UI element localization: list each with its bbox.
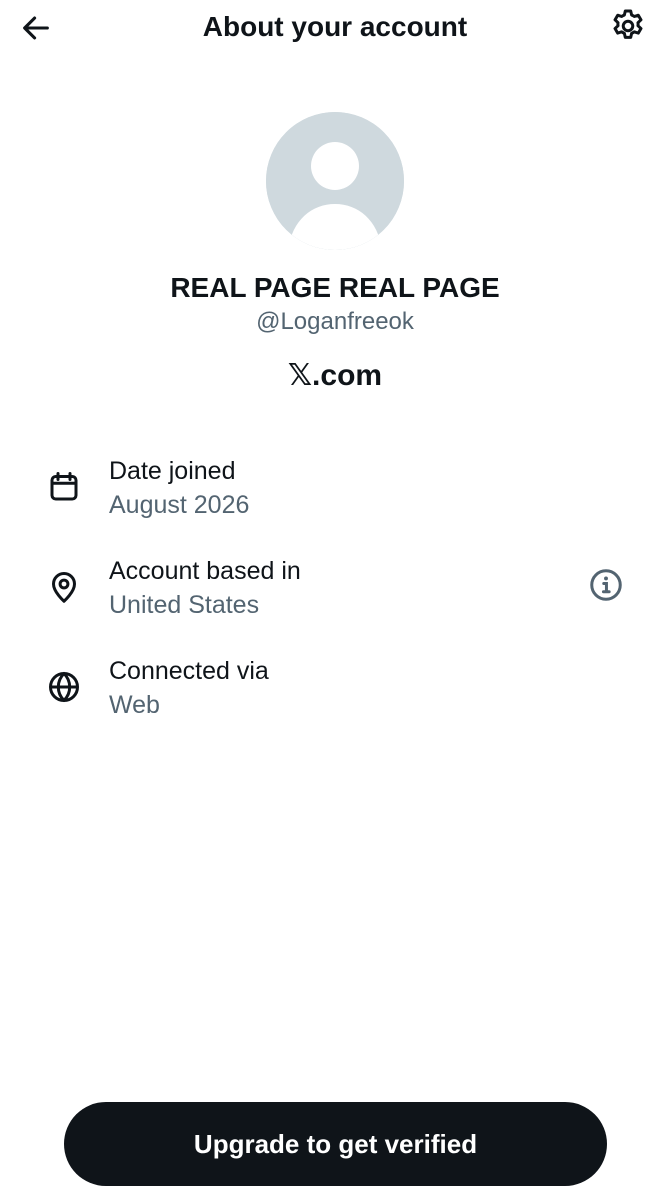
detail-value: United States	[109, 591, 260, 619]
user-handle: @Loganfreeok	[256, 308, 414, 335]
site-label: 𝕏.com	[287, 359, 383, 392]
settings-button[interactable]	[606, 4, 650, 48]
detail-row-date-joined: Date joined August 2026	[0, 455, 670, 535]
about-account-page: About your account REAL PAGE REAL PAGE @…	[0, 0, 670, 1199]
display-name: REAL PAGE REAL PAGE	[170, 272, 500, 303]
gear-icon	[613, 9, 643, 39]
globe-icon	[49, 672, 79, 702]
calendar-icon-wrap	[42, 465, 86, 509]
calendar-icon	[50, 472, 78, 501]
top-bar: About your account	[0, 0, 670, 56]
location-pin-icon	[52, 572, 76, 603]
detail-label: Connected via	[109, 657, 269, 685]
detail-value: August 2026	[109, 491, 250, 519]
person-placeholder-icon	[266, 112, 404, 250]
upgrade-verified-button[interactable]: Upgrade to get verified	[64, 1102, 607, 1186]
globe-icon-wrap	[42, 665, 86, 709]
info-button[interactable]	[586, 565, 626, 605]
detail-label: Account based in	[109, 557, 301, 585]
detail-row-account-location: Account based in United States	[0, 555, 670, 635]
location-icon-wrap	[42, 565, 86, 609]
detail-value: Web	[109, 691, 160, 719]
detail-row-connected-via: Connected via Web	[0, 655, 670, 735]
avatar[interactable]	[266, 112, 404, 250]
page-title: About your account	[202, 11, 468, 42]
detail-label: Date joined	[109, 457, 236, 485]
info-circle-icon	[590, 569, 622, 601]
